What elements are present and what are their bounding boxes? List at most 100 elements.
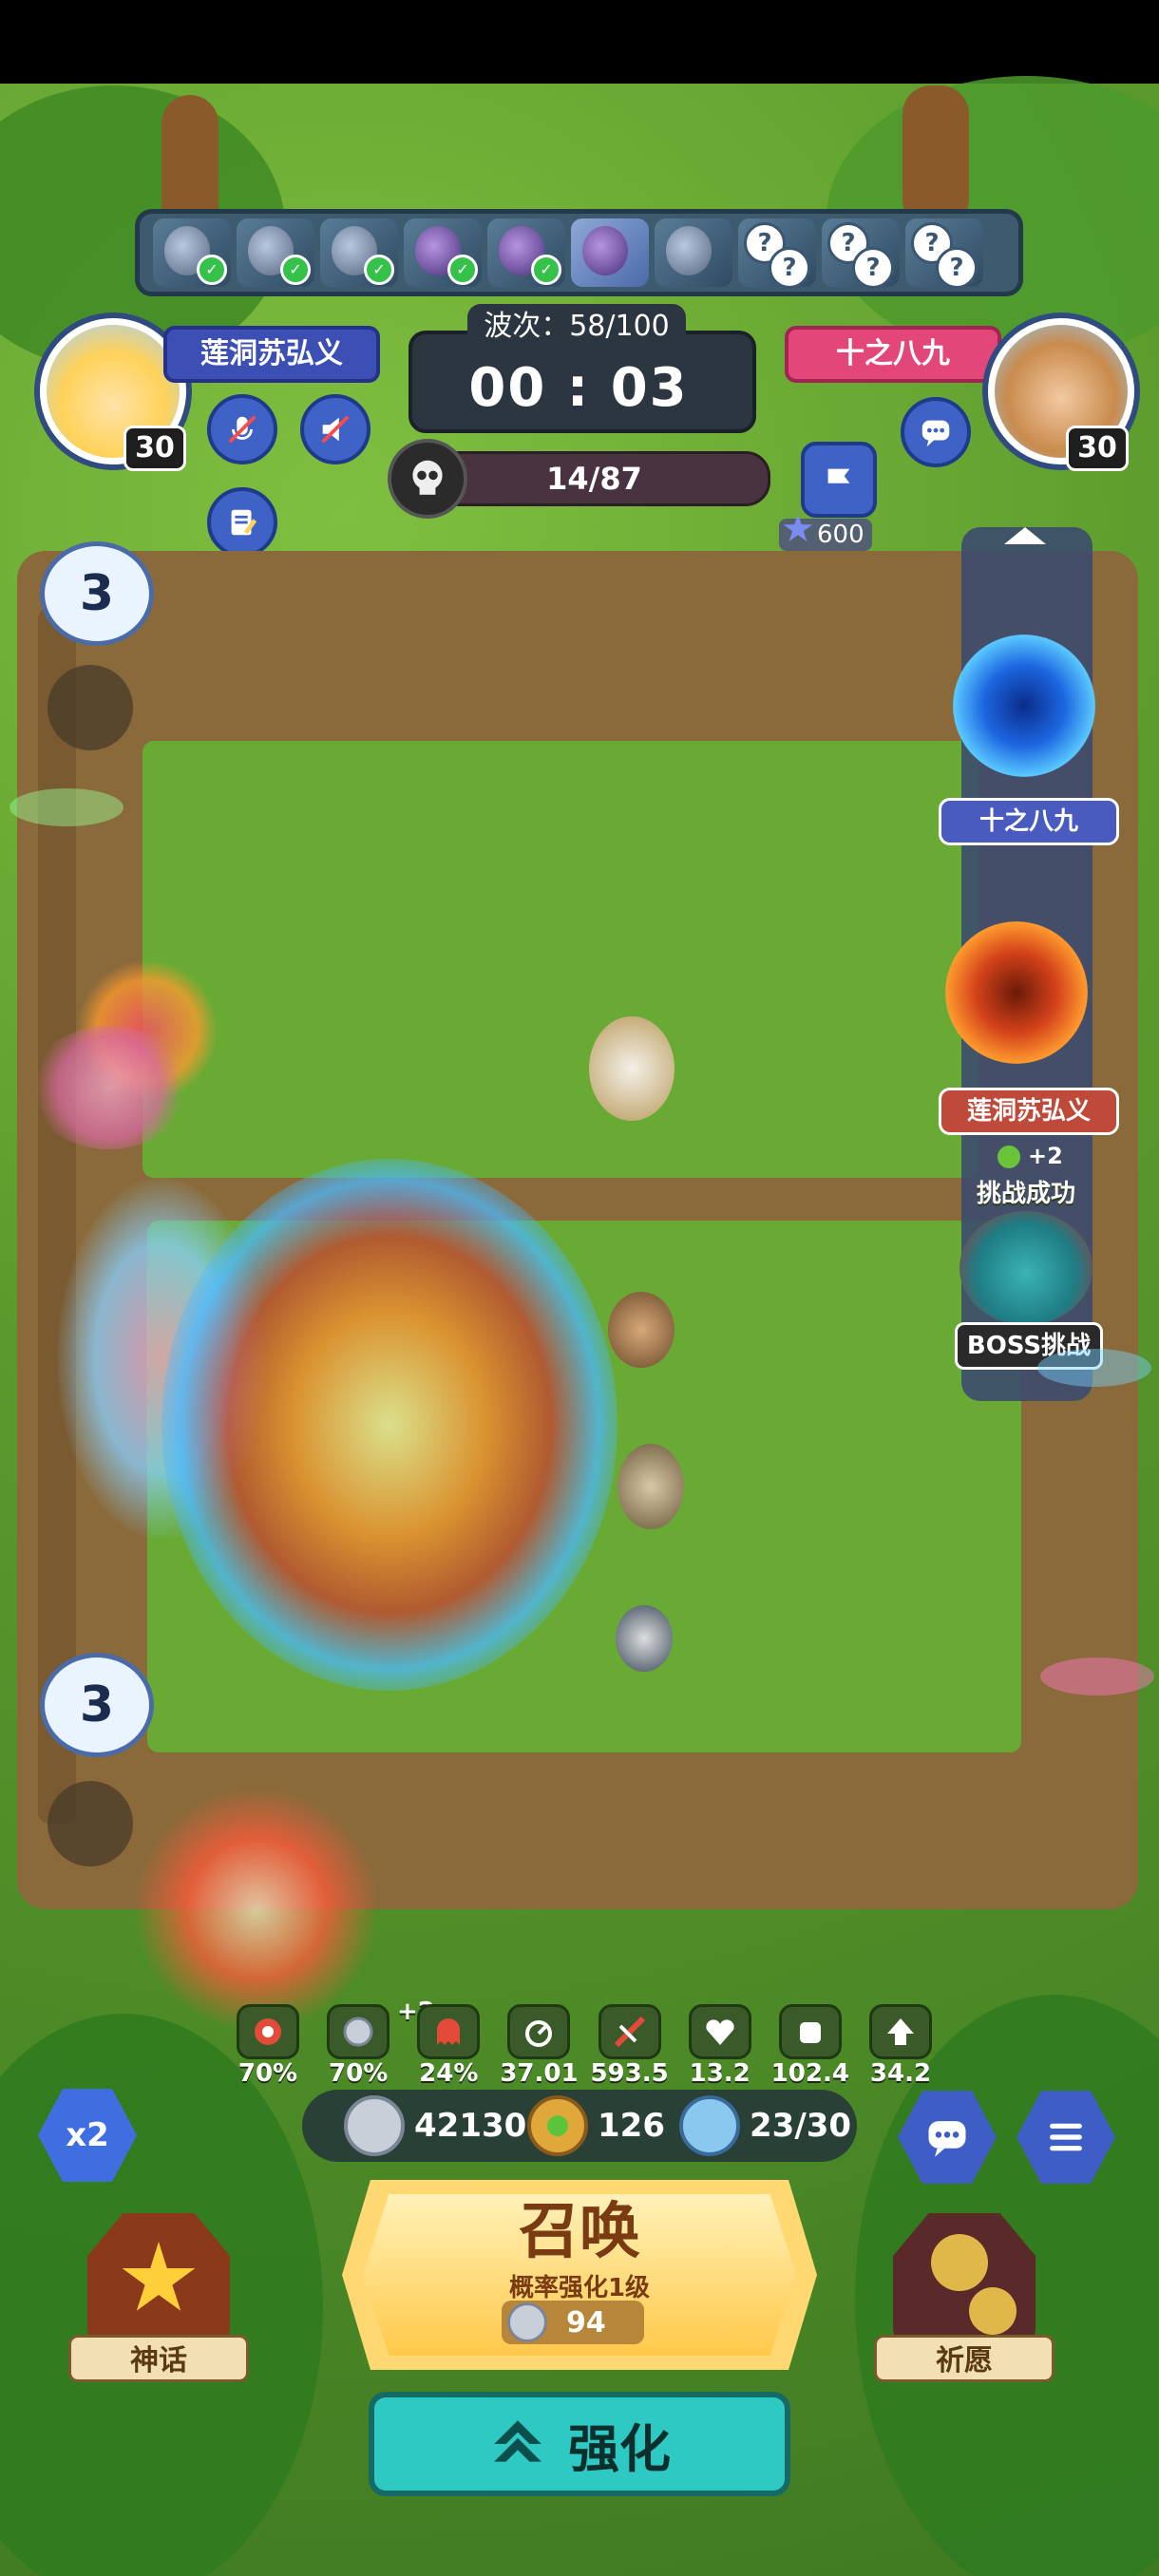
gear-icon — [48, 665, 133, 750]
silver-coin-icon — [344, 2095, 405, 2156]
summon-cost: 94 — [502, 2301, 644, 2344]
unit-slot-locked[interactable]: ?? — [822, 218, 900, 289]
slash-icon — [598, 2004, 661, 2059]
stat-value: 70% — [238, 2059, 298, 2088]
flag-icon — [827, 468, 850, 483]
unit-slot-locked[interactable]: ?? — [905, 218, 983, 289]
upgrade-label: 强化 — [568, 2418, 671, 2479]
summon-subtitle: 概率强化1级 — [508, 2274, 651, 2302]
crit-rate-icon — [237, 2004, 299, 2059]
stat-item: 593.5 — [590, 2004, 670, 2092]
explosion-effect — [133, 1786, 380, 2033]
status-bar — [0, 0, 1159, 84]
unit-collection-strip: ✓ ✓ ✓ ✓ ✓ ?? ?? ?? — [135, 209, 1023, 296]
enemy-unit — [589, 1016, 674, 1121]
enemy-unit — [618, 1444, 684, 1529]
clover-value: 126 — [598, 2107, 665, 2145]
summon-cost-value: 94 — [566, 2305, 606, 2339]
chat-button[interactable] — [901, 397, 971, 467]
unit-slot[interactable] — [571, 218, 649, 287]
stat-value: 34.2 — [869, 2059, 932, 2088]
enemy-unit — [616, 1605, 673, 1672]
unit-slot[interactable]: ✓ — [153, 218, 231, 287]
stat-value: 24% — [419, 2059, 479, 2088]
tree-trunk — [902, 85, 969, 228]
check-icon: ✓ — [197, 255, 227, 285]
countdown-timer: 00 : 03 — [468, 357, 689, 419]
mic-off-icon — [228, 415, 256, 444]
sound-mute-button[interactable] — [300, 394, 370, 464]
speaker-off-icon — [321, 415, 350, 444]
upgrade-arrow-icon — [494, 2420, 542, 2462]
question-icon: ? — [769, 247, 810, 289]
chat-icon — [928, 2121, 966, 2157]
summon-title: 召唤 — [519, 2197, 640, 2267]
silver-coin-icon — [327, 2004, 390, 2059]
clover-resource: 126 — [527, 2095, 665, 2156]
question-icon: ? — [936, 247, 978, 289]
fist-icon — [778, 2004, 842, 2059]
clover-icon — [998, 1146, 1020, 1168]
reward-value: +2 — [1028, 1143, 1063, 1169]
spawn-marker — [10, 788, 124, 826]
stat-value: 70% — [329, 2059, 389, 2088]
wave-bubble-bottom: 3 — [40, 1653, 154, 1757]
challenge-result: 挑战成功 — [977, 1180, 1076, 1208]
arrow-up-icon — [868, 2004, 932, 2059]
unit-slot[interactable]: ✓ — [320, 218, 398, 287]
question-icon: ? — [852, 247, 894, 289]
wave-counter: 波次：58/100 — [467, 304, 686, 350]
silver-value: 42130 — [414, 2107, 527, 2145]
hero-formation — [162, 1159, 618, 1691]
stat-item: 70% — [318, 2004, 398, 2092]
unit-slot[interactable] — [655, 218, 732, 287]
unit-slot[interactable]: ✓ — [237, 218, 314, 287]
upgrade-button[interactable]: 强化 — [369, 2392, 790, 2496]
star-counter: ★ 600 — [779, 510, 872, 551]
silver-coin-icon — [507, 2302, 547, 2342]
notes-button[interactable] — [207, 487, 277, 558]
star-icon: ★ — [781, 507, 815, 551]
player-portal — [945, 921, 1088, 1064]
speed-icon — [507, 2004, 571, 2059]
menu-icon — [1050, 2123, 1082, 2151]
hero-portrait-icon — [666, 226, 712, 275]
stat-item: 24% — [408, 2004, 488, 2092]
check-icon: ✓ — [531, 255, 561, 285]
game-screen: ✓ ✓ ✓ ✓ ✓ ?? ?? ?? 30 莲洞苏弘义 波次：58/100 00… — [0, 0, 1159, 2576]
mic-mute-button[interactable] — [207, 394, 277, 464]
stat-value: 13.2 — [689, 2059, 750, 2088]
spawn-marker — [1040, 1657, 1154, 1695]
check-icon: ✓ — [447, 255, 478, 285]
wave-bubble-top: 3 — [40, 541, 154, 646]
myth-button[interactable]: 神话 — [68, 2213, 249, 2394]
boss-portrait[interactable] — [960, 1211, 1092, 1325]
scroll-up-icon[interactable] — [1004, 527, 1046, 544]
stat-item: 13.2 — [680, 2004, 760, 2092]
stat-value: 37.01 — [500, 2059, 579, 2088]
edit-note-icon — [231, 509, 257, 536]
heart-break-icon — [688, 2004, 751, 2059]
stat-item: 102.4 — [770, 2004, 850, 2092]
opponent-portal-tag: 十之八九 — [939, 798, 1119, 845]
player-level: 30 — [124, 426, 186, 471]
unit-slot[interactable]: ✓ — [487, 218, 565, 287]
player-portal-tag: 莲洞苏弘义 — [939, 1088, 1119, 1135]
unit-slot-locked[interactable]: ?? — [738, 218, 816, 289]
unit-slot[interactable]: ✓ — [404, 218, 482, 287]
gear-icon — [48, 1781, 133, 1866]
hero-portrait-icon — [582, 226, 628, 275]
player-name: 莲洞苏弘义 — [163, 326, 380, 383]
stats-row: 70% 70% 24% 37.01 593.5 13.2 102.4 34.2 — [228, 2004, 940, 2092]
ghost-icon — [417, 2004, 481, 2059]
opponent-portal — [953, 635, 1095, 777]
opponent-name: 十之八九 — [785, 326, 1001, 383]
kill-progress: 14/87 — [418, 451, 770, 506]
enemy-swarm — [28, 1026, 190, 1149]
wish-label: 祈愿 — [874, 2335, 1054, 2382]
rank-button[interactable] — [801, 442, 877, 518]
wish-button[interactable]: 祈愿 — [874, 2213, 1054, 2394]
stat-item: 37.01 — [499, 2004, 579, 2092]
chat-icon — [922, 420, 950, 447]
unit-capacity: 23/30 — [679, 2095, 851, 2156]
